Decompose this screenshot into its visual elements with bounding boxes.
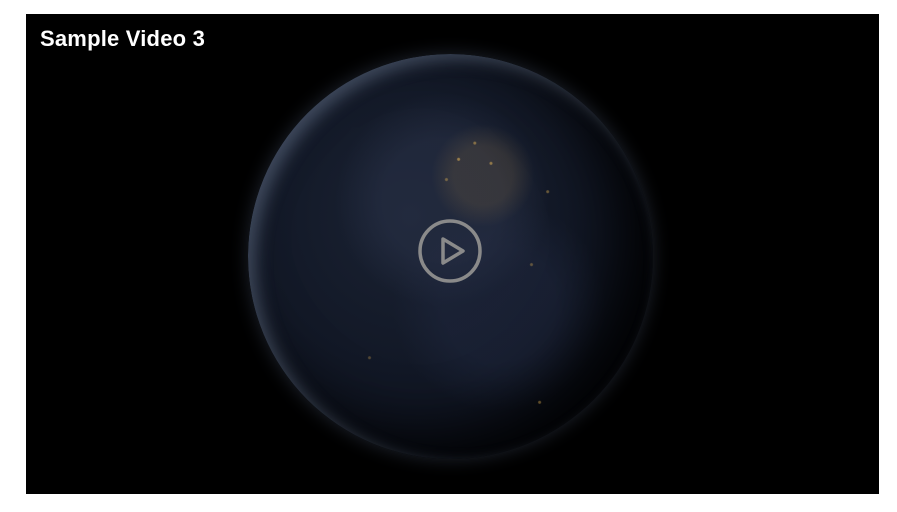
play-button[interactable] bbox=[418, 219, 482, 283]
video-title: Sample Video 3 bbox=[40, 26, 206, 51]
page: Sample Video 3 bbox=[0, 0, 897, 512]
play-icon bbox=[418, 219, 482, 283]
video-player[interactable]: Sample Video 3 bbox=[26, 14, 879, 494]
